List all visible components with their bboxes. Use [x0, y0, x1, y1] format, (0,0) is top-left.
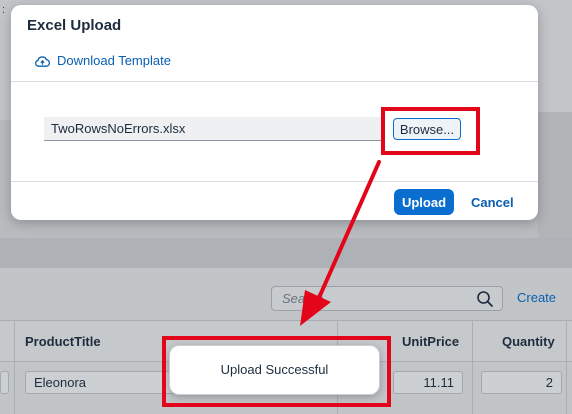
background-colon: : [2, 4, 6, 16]
dialog-divider [11, 81, 538, 82]
background-band [0, 238, 572, 268]
column-separator [566, 320, 567, 414]
column-header-quantity[interactable]: Quantity [502, 334, 555, 349]
search-input[interactable]: Search [271, 286, 503, 311]
column-header-unitprice[interactable]: UnitPrice [402, 334, 459, 349]
download-template-link[interactable]: Download Template [34, 53, 171, 68]
unit-price-cell[interactable]: 11.11 [393, 371, 463, 394]
column-separator [14, 320, 15, 414]
download-template-label: Download Template [57, 53, 171, 68]
column-separator [472, 320, 473, 414]
cancel-button[interactable]: Cancel [471, 195, 514, 210]
dialog-footer-divider [11, 181, 538, 182]
file-name-field[interactable]: TwoRowsNoErrors.xlsx [44, 117, 381, 141]
background-strip [538, 112, 572, 238]
toast-highlight-box [162, 336, 391, 407]
cloud-upload-icon [34, 55, 50, 67]
browse-highlight-box [381, 107, 480, 155]
quantity-cell[interactable]: 2 [481, 371, 562, 394]
search-icon[interactable] [476, 290, 494, 308]
create-link[interactable]: Create [517, 290, 556, 305]
upload-button[interactable]: Upload [394, 189, 454, 215]
search-placeholder: Search [282, 291, 324, 306]
column-header-producttitle[interactable]: ProductTitle [25, 334, 101, 349]
dialog-title: Excel Upload [27, 17, 122, 34]
row-selector[interactable] [0, 371, 9, 394]
